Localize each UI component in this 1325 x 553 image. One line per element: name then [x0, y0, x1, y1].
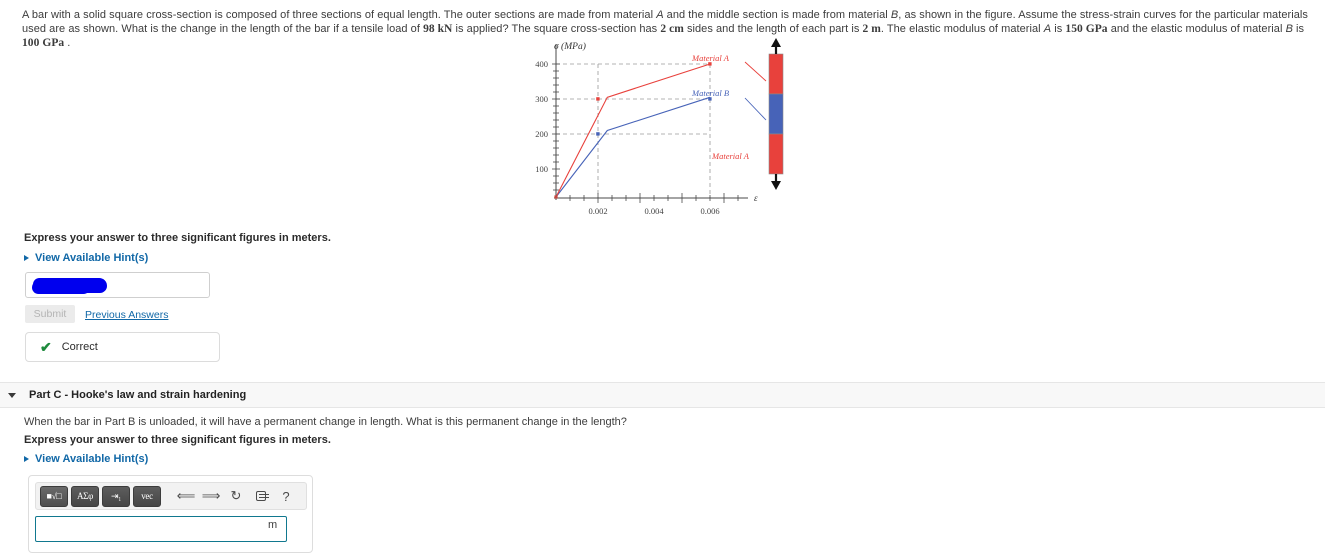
- length-value: 2 m: [862, 23, 881, 35]
- bar-section-top-material-a: [768, 53, 784, 95]
- redacted-answer-overlay: [32, 278, 107, 294]
- problem-text-part-2: and the middle section is made from mate…: [663, 9, 891, 21]
- check-icon: ✔: [40, 339, 52, 355]
- part-c-title: Part C - Hooke's law and strain hardenin…: [29, 389, 247, 401]
- problem-text-part-4: is applied? The square cross-section has: [452, 23, 661, 35]
- datapoint-origin: [554, 195, 558, 199]
- reset-circular-arrow-icon[interactable]: ↻: [225, 485, 247, 507]
- side-value: 2 cm: [660, 23, 684, 35]
- problem-text-part-8: and the elastic modulus of material: [1107, 23, 1286, 35]
- chevron-down-icon[interactable]: [8, 392, 16, 398]
- x-tick-label-0002: 0.002: [588, 206, 607, 216]
- chart-guide-lines: [556, 63, 711, 198]
- math-toolbar: ■√□ ΑΣφ ⇥₁ vec ⟸ ⟹ ↻ ?: [35, 482, 307, 510]
- datapoint-a-yield: [596, 97, 600, 101]
- help-button[interactable]: ?: [275, 485, 297, 507]
- material-a-ref-1: A: [656, 9, 664, 21]
- hint-disclosure-triangle-icon: [24, 255, 29, 261]
- part-b-feedback-label: Correct: [61, 341, 98, 353]
- greek-letters-button[interactable]: ΑΣφ: [71, 485, 99, 507]
- problem-text-part-1: A bar with a solid square cross-section …: [22, 9, 657, 21]
- tensile-arrow-up-head: [771, 38, 781, 47]
- part-c-view-hints-link[interactable]: View Available Hint(s): [24, 453, 148, 465]
- y-tick-label-100: 100: [535, 164, 548, 174]
- subscript-superscript-button[interactable]: ⇥₁: [102, 485, 130, 507]
- leader-line-material-b: [744, 97, 767, 121]
- y-tick-label-300: 300: [535, 94, 548, 104]
- keyboard-glyph: [256, 491, 269, 501]
- y-tick-label-400: 400: [535, 59, 548, 69]
- problem-text-part-7: is: [1051, 23, 1066, 35]
- redo-arrow-icon[interactable]: ⟹: [200, 485, 222, 507]
- keyboard-icon[interactable]: [250, 485, 272, 507]
- bar-section-middle-material-b: [768, 93, 784, 135]
- annotation-bar-material-a: Material A: [711, 151, 750, 161]
- legend-material-a: Material A: [691, 53, 730, 63]
- bar-section-bottom-material-a: [768, 133, 784, 175]
- part-c-hint-label: View Available Hint(s): [35, 453, 149, 465]
- datapoint-b-yield: [596, 132, 600, 136]
- leader-line-material-a: [744, 61, 767, 82]
- load-value: 98 kN: [423, 23, 453, 35]
- problem-text-part-9: is: [1292, 23, 1305, 35]
- problem-text-part-6: . The elastic modulus of material: [880, 23, 1044, 35]
- stress-strain-figure: σ (MPa) 400 300 200 100 0.002 0.004 0.00…: [520, 38, 830, 220]
- hint-disclosure-triangle-icon: [24, 456, 29, 462]
- tensile-arrow-down-head: [771, 181, 781, 190]
- series-material-b-line: [555, 96, 711, 198]
- part-b-express-instruction: Express your answer to three significant…: [24, 232, 331, 244]
- vector-button[interactable]: vec: [133, 485, 161, 507]
- part-c-header[interactable]: Part C - Hooke's law and strain hardenin…: [0, 382, 1325, 408]
- stress-strain-chart-svg: σ (MPa) 400 300 200 100 0.002 0.004 0.00…: [535, 38, 784, 216]
- part-b-previous-answers-link[interactable]: Previous Answers: [85, 309, 168, 321]
- part-c-unit-label: m: [268, 519, 278, 531]
- bar-diagram: [768, 38, 784, 190]
- x-tick-label-0004: 0.004: [644, 206, 664, 216]
- part-b-answer-input[interactable]: [25, 272, 210, 298]
- part-b-feedback-correct: ✔ Correct: [25, 332, 220, 362]
- material-b-ref-2: B: [1285, 23, 1293, 35]
- part-c-answer-input[interactable]: [35, 516, 287, 542]
- part-b-view-hints-link[interactable]: View Available Hint(s): [24, 252, 148, 264]
- legend-material-b: Material B: [691, 88, 729, 98]
- y-tick-label-200: 200: [535, 129, 548, 139]
- part-b-hint-label: View Available Hint(s): [35, 252, 149, 264]
- part-c-answer-widget: ■√□ ΑΣφ ⇥₁ vec ⟸ ⟹ ↻ ?: [28, 475, 313, 553]
- undo-arrow-icon[interactable]: ⟸: [175, 485, 197, 507]
- x-axis-label: ε: [754, 193, 758, 203]
- modulus-a-value: 150 GPa: [1065, 23, 1108, 35]
- series-material-a-line: [555, 63, 711, 198]
- problem-text-part-5: sides and the length of each part is: [683, 23, 863, 35]
- template-palette-button[interactable]: ■√□: [40, 485, 68, 507]
- modulus-b-value: 100 GPa: [22, 37, 65, 49]
- part-b-submit-button[interactable]: Submit: [25, 305, 75, 323]
- x-tick-label-0006: 0.006: [700, 206, 719, 216]
- part-c-express-instruction: Express your answer to three significant…: [24, 434, 331, 446]
- y-axis-label: σ (MPa): [554, 41, 586, 52]
- problem-text-part-10: .: [64, 37, 71, 49]
- part-c-question: When the bar in Part B is unloaded, it w…: [24, 416, 627, 428]
